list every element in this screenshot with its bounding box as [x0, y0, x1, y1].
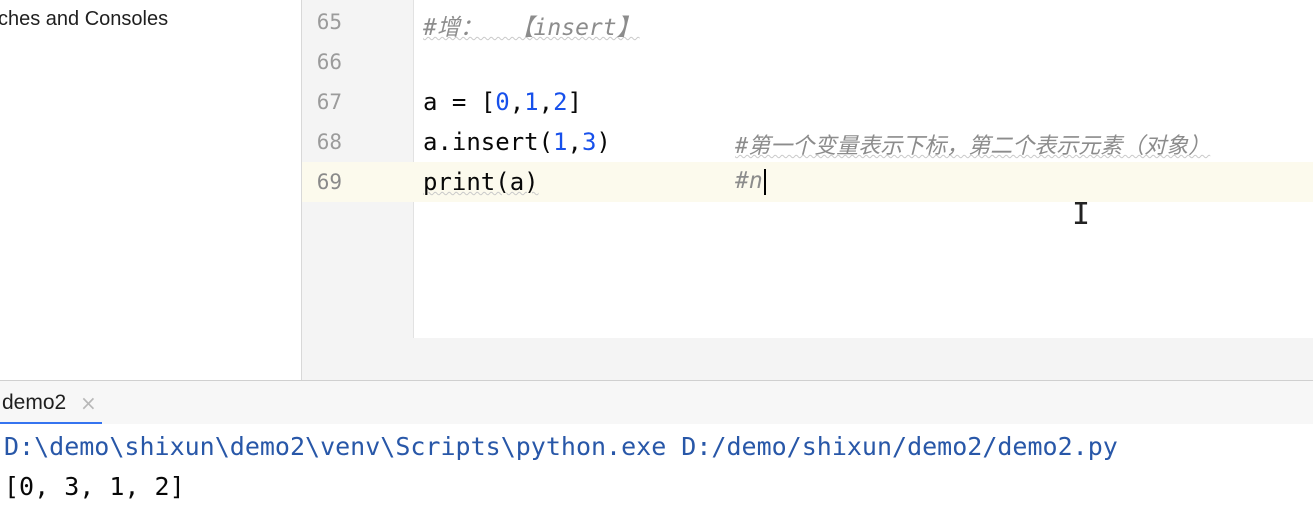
sidebar-item-scratches-and-consoles[interactable]: ches and Consoles — [0, 8, 168, 31]
code-line-65[interactable]: 65 #增： 【insert】 — [302, 2, 1313, 42]
number-literal: 0 — [495, 88, 510, 116]
text-caret — [763, 168, 766, 195]
project-sidebar: ches and Consoles — [0, 0, 302, 380]
code-comment: #n — [735, 168, 763, 194]
close-icon[interactable]: × — [80, 391, 97, 415]
code-line-66[interactable]: 66 — [302, 42, 1313, 82]
run-tool-window-header: demo2 × — [0, 380, 1313, 425]
code-token: , — [509, 88, 525, 116]
line-number: 67 — [316, 90, 342, 114]
line-number: 69 — [316, 170, 342, 194]
line-number: 66 — [316, 50, 342, 74]
line-number: 65 — [316, 10, 342, 34]
code-text: print(a) — [423, 168, 539, 196]
code-token: ) — [596, 128, 611, 156]
code-text: a.insert(1,3) — [423, 128, 611, 156]
code-comment-wrap: #n — [735, 168, 766, 195]
code-token: , — [567, 128, 582, 156]
code-line-68[interactable]: 68 a.insert(1,3) #第一个变量表示下标，第二个表示元素（对象） — [302, 122, 1313, 162]
code-comment: #增： 【insert】 — [423, 15, 640, 41]
run-tab-demo2[interactable]: demo2 — [2, 391, 66, 415]
run-console[interactable]: D:\demo\shixun\demo2\venv\Scripts\python… — [0, 424, 1313, 510]
number-literal: 1 — [524, 88, 539, 116]
console-command-line: D:\demo\shixun\demo2\venv\Scripts\python… — [4, 432, 1118, 461]
code-line-69[interactable]: 69 print(a) #n — [302, 162, 1313, 202]
line-number: 68 — [316, 130, 342, 154]
code-token: , — [538, 88, 554, 116]
code-token: a = [ — [423, 88, 496, 116]
code-comment: #第一个变量表示下标，第二个表示元素（对象） — [735, 134, 1211, 159]
code-text: a = [0,1,2] — [423, 88, 582, 116]
ibeam-cursor-icon: I — [1072, 197, 1091, 232]
code-line-67[interactable]: 67 a = [0,1,2] — [302, 82, 1313, 122]
number-literal: 2 — [553, 88, 568, 116]
number-literal: 1 — [553, 128, 568, 156]
number-literal: 3 — [581, 128, 597, 156]
code-token: a.insert( — [423, 128, 554, 156]
console-output-line: [0, 3, 1, 2] — [4, 472, 185, 501]
editor-empty-area — [302, 338, 1313, 380]
code-editor[interactable]: 65 #增： 【insert】 66 67 a = [0,1,2] 68 a.i… — [302, 0, 1313, 380]
code-token: ] — [567, 88, 582, 116]
